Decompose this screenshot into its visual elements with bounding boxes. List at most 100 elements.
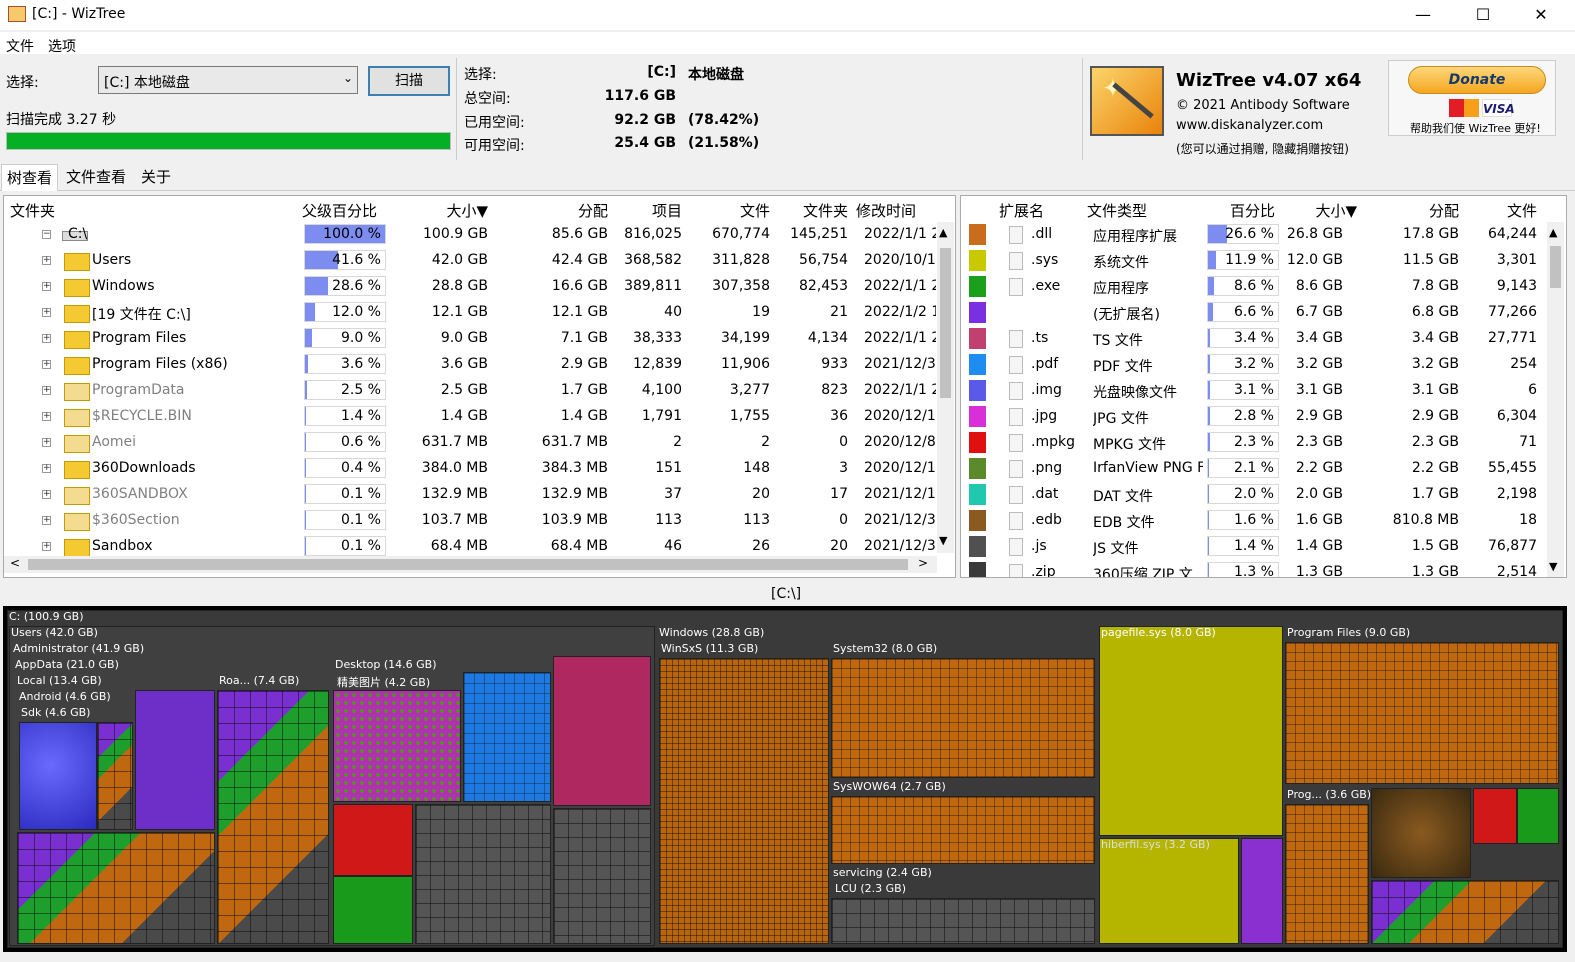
tab-about[interactable]: 关于 — [136, 164, 176, 190]
extension-row[interactable]: .dat DAT 文件 2.0 % 2.0 GB 1.7 GB 2,198 — [961, 482, 1566, 508]
tm-edb-block[interactable] — [1371, 788, 1471, 878]
expand-toggle-icon[interactable]: + — [42, 464, 51, 473]
tree-row[interactable]: + [19 文件在 C:\] 12.0 % 12.1 GB 12.1 GB 40 19 2… — [4, 300, 955, 326]
tree-vertical-scrollbar[interactable]: ▲ ▼ — [937, 222, 954, 553]
expand-toggle-icon[interactable]: + — [42, 308, 51, 317]
tm-sdk-block[interactable] — [19, 722, 97, 830]
expand-toggle-icon[interactable]: + — [42, 516, 51, 525]
folder-tree-table[interactable]: 文件夹 父级百分比 大小▼ 分配 项目 文件 文件夹 修改时间 − C:\ 100… — [3, 195, 956, 578]
tm-block-purple[interactable] — [135, 690, 215, 830]
scan-button[interactable]: 扫描 — [368, 66, 450, 96]
tm-pdf-block[interactable] — [463, 672, 551, 802]
drive-select[interactable]: [C:] 本地磁盘 ⌄ — [98, 66, 358, 94]
tm-block[interactable] — [97, 722, 133, 830]
extension-row[interactable]: .png IrfanView PNG F 2.1 % 2.2 GB 2.2 GB 55… — [961, 456, 1566, 482]
scroll-up-icon[interactable]: ▲ — [939, 226, 947, 239]
col-items[interactable]: 项目 — [618, 200, 682, 221]
minimize-button[interactable]: — — [1400, 0, 1446, 30]
tree-row[interactable]: + Program Files (x86) 3.6 % 3.6 GB 2.9 GB 1… — [4, 352, 955, 378]
menu-file[interactable]: 文件 — [6, 36, 34, 56]
extension-row[interactable]: .sys 系统文件 11.9 % 12.0 GB 11.5 GB 3,301 — [961, 248, 1566, 274]
col-percent[interactable]: 百分比 — [1207, 200, 1275, 221]
col-ext-allocated[interactable]: 分配 — [1381, 200, 1459, 221]
col-size[interactable]: 大小▼ — [404, 200, 488, 221]
tree-row[interactable]: + ProgramData 2.5 % 2.5 GB 1.7 GB 4,100 3,27… — [4, 378, 955, 404]
tm-program-files-x86[interactable] — [1285, 804, 1369, 944]
expand-toggle-icon[interactable]: + — [42, 490, 51, 499]
tab-tree-view[interactable]: 树查看 — [1, 164, 59, 191]
tm-green-block[interactable] — [1517, 788, 1559, 844]
col-files[interactable]: 文件 — [694, 200, 770, 221]
tm-mpkg-block[interactable] — [333, 804, 413, 876]
col-folders[interactable]: 文件夹 — [780, 200, 848, 221]
tree-row[interactable]: + $360Section 0.1 % 103.7 MB 103.9 MB 113 11… — [4, 508, 955, 534]
extension-table[interactable]: 扩展名 文件类型 百分比 大小▼ 分配 文件 .dll 应用程序扩展 26.6 %… — [960, 195, 1567, 578]
tree-row[interactable]: +360SANDBOX 0.1 % 132.9 MB 132.9 MB 37 20 17… — [4, 482, 955, 508]
close-button[interactable]: ✕ — [1518, 0, 1564, 30]
tree-row[interactable]: + Program Files 9.0 % 9.0 GB 7.1 GB 38,333 3… — [4, 326, 955, 352]
scroll-down-icon[interactable]: ▼ — [939, 534, 947, 547]
tree-hscroll-thumb[interactable] — [28, 559, 908, 570]
tm-red-block[interactable] — [1473, 788, 1517, 844]
col-parent-percent[interactable]: 父级百分比 — [302, 200, 377, 221]
tm-program-files[interactable] — [1285, 642, 1559, 784]
scroll-up-icon[interactable]: ▲ — [1549, 226, 1557, 239]
expand-toggle-icon[interactable]: + — [42, 360, 51, 369]
brand-url[interactable]: www.diskanalyzer.com — [1176, 118, 1323, 133]
expand-toggle-icon[interactable]: + — [42, 438, 51, 447]
tab-file-view[interactable]: 文件查看 — [61, 164, 131, 190]
menu-options[interactable]: 选项 — [48, 36, 76, 56]
scroll-left-icon[interactable]: < — [10, 556, 20, 570]
tree-horizontal-scrollbar[interactable]: < > — [4, 556, 937, 573]
expand-toggle-icon[interactable]: − — [42, 230, 51, 239]
col-modified[interactable]: 修改时间 — [856, 200, 916, 221]
extension-row[interactable]: (无扩展名) 6.6 % 6.7 GB 6.8 GB 77,266 — [961, 300, 1566, 326]
extension-row[interactable]: .pdf PDF 文件 3.2 % 3.2 GB 3.2 GB 254 — [961, 352, 1566, 378]
tm-exe-block[interactable] — [333, 876, 413, 944]
extension-row[interactable]: .edb EDB 文件 1.6 % 1.6 GB 810.8 MB 18 — [961, 508, 1566, 534]
tm-img-block[interactable] — [1241, 838, 1283, 944]
extension-row[interactable]: .js JS 文件 1.4 % 1.4 GB 1.5 GB 76,877 — [961, 534, 1566, 560]
col-ext-files[interactable]: 文件 — [1471, 200, 1537, 221]
expand-toggle-icon[interactable]: + — [42, 412, 51, 421]
tm-pagefile[interactable] — [1099, 626, 1283, 836]
expand-toggle-icon[interactable]: + — [42, 334, 51, 343]
extension-row[interactable]: .mpkg MPKG 文件 2.3 % 2.3 GB 2.3 GB 71 — [961, 430, 1566, 456]
extension-row[interactable]: .ts TS 文件 3.4 % 3.4 GB 3.4 GB 27,771 — [961, 326, 1566, 352]
tree-row[interactable]: + $RECYCLE.BIN 1.4 % 1.4 GB 1.4 GB 1,791 1,7… — [4, 404, 955, 430]
tm-winsxs[interactable] — [659, 658, 829, 944]
tree-row[interactable]: + Windows 28.6 % 28.8 GB 16.6 GB 389,811 307… — [4, 274, 955, 300]
ext-scroll-thumb[interactable] — [1550, 246, 1561, 288]
tm-servicing[interactable] — [831, 898, 1095, 944]
tm-pictures[interactable] — [333, 690, 461, 802]
ext-vertical-scrollbar[interactable]: ▲ ▼ — [1547, 222, 1564, 577]
scroll-right-icon[interactable]: > — [918, 556, 928, 570]
tm-system32[interactable] — [831, 658, 1095, 778]
tree-row[interactable]: + Users 41.6 % 42.0 GB 42.4 GB 368,582 311,8… — [4, 248, 955, 274]
col-allocated[interactable]: 分配 — [510, 200, 608, 221]
expand-toggle-icon[interactable]: + — [42, 386, 51, 395]
tree-row[interactable]: − C:\ 100.0 % 100.9 GB 85.6 GB 816,025 670,7… — [4, 222, 955, 248]
tm-hiberfil[interactable] — [1099, 838, 1239, 944]
col-folder[interactable]: 文件夹 — [10, 200, 55, 221]
tm-syswow64[interactable] — [831, 796, 1095, 864]
tree-row[interactable]: +360Downloads 0.4 % 384.0 MB 384.3 MB 151 1… — [4, 456, 955, 482]
tree-scroll-thumb[interactable] — [940, 248, 951, 398]
tm-roaming[interactable] — [217, 690, 329, 944]
col-extension[interactable]: 扩展名 — [999, 200, 1044, 221]
tree-row[interactable]: + Aomei 0.6 % 631.7 MB 631.7 MB 2 2 0 2020/12/… — [4, 430, 955, 456]
tm-block[interactable] — [415, 804, 551, 944]
tm-block[interactable] — [553, 808, 651, 944]
extension-row[interactable]: .jpg JPG 文件 2.8 % 2.9 GB 2.9 GB 6,304 — [961, 404, 1566, 430]
disk-treemap[interactable]: C: (100.9 GB) Users (42.0 GB) Administra… — [3, 606, 1567, 952]
extension-row[interactable]: .exe 应用程序 8.6 % 8.6 GB 7.8 GB 9,143 — [961, 274, 1566, 300]
extension-row[interactable]: .zip 360压缩 ZIP 文 1.3 % 1.3 GB 1.3 GB 2,514 — [961, 560, 1566, 577]
expand-toggle-icon[interactable]: + — [42, 542, 51, 551]
expand-toggle-icon[interactable]: + — [42, 256, 51, 265]
scroll-down-icon[interactable]: ▼ — [1549, 560, 1557, 573]
col-ext-size[interactable]: 大小▼ — [1295, 200, 1357, 221]
maximize-button[interactable]: ☐ — [1460, 0, 1506, 30]
col-file-type[interactable]: 文件类型 — [1087, 200, 1147, 221]
expand-toggle-icon[interactable]: + — [42, 282, 51, 291]
donate-button[interactable]: Donate — [1408, 66, 1546, 94]
